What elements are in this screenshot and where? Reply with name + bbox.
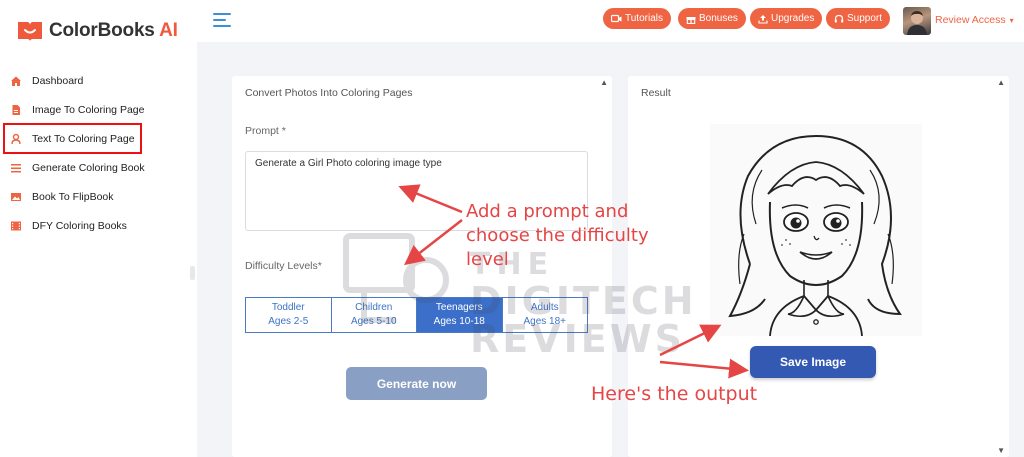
support-label: Support [847,13,883,24]
sidebar-item-dashboard[interactable]: Dashboard [0,66,197,95]
sidebar: ColorBooks AI Dashboard Image To Colorin… [0,0,197,457]
topbar: Tutorials Bonuses Upgrades Support Revie… [197,0,1024,42]
difficulty-selector: Toddler Ages 2-5 Children Ages 5-10 Teen… [245,297,588,333]
support-button[interactable]: Support [826,8,891,29]
user-menu[interactable]: Review Access ▾ [935,14,1014,26]
upload-icon [758,14,768,24]
video-icon [611,14,622,22]
level-teenagers[interactable]: Teenagers Ages 10-18 [417,298,503,332]
prompt-value: Generate a Girl Photo coloring image typ… [255,158,442,169]
result-title: Result [641,87,671,99]
brand-name: ColorBooks AI [49,20,178,41]
file-icon [12,104,20,115]
scroll-up-icon[interactable]: ▲ [997,78,1005,87]
book-logo-icon [18,22,42,41]
annotation-output-note: Here's the output [591,383,758,405]
sidebar-item-text-to-coloring[interactable]: Text To Coloring Page [3,123,142,154]
level-ages: Ages 10-18 [433,316,485,327]
tutorials-label: Tutorials [625,13,663,24]
chevron-down-icon: ▾ [1009,16,1014,25]
sidebar-item-image-to-coloring[interactable]: Image To Coloring Page [0,95,197,124]
sidebar-item-label: Text To Coloring Page [32,132,135,145]
generate-button[interactable]: Generate now [346,367,487,400]
avatar[interactable] [903,7,931,35]
sidebar-nav: Dashboard Image To Coloring Page Text To… [0,66,197,240]
annotation-prompt-note: Add a prompt and choose the difficulty l… [466,201,649,270]
headset-icon [834,14,844,22]
sidebar-item-label: DFY Coloring Books [32,219,127,232]
level-ages: Ages 5-10 [350,316,397,327]
menu-toggle-icon[interactable] [213,13,231,27]
level-name: Teenagers [435,302,483,313]
sidebar-item-flipbook[interactable]: Book To FlipBook [0,182,197,211]
level-ages: Ages 2-5 [268,316,309,327]
brand[interactable]: ColorBooks AI [16,19,178,43]
save-image-button[interactable]: Save Image [750,346,876,378]
level-children[interactable]: Children Ages 5-10 [332,298,417,332]
sidebar-item-label: Image To Coloring Page [32,103,145,116]
image-icon [11,192,21,201]
result-coloring-image [710,124,922,336]
film-icon [11,221,21,230]
scroll-down-icon[interactable]: ▼ [997,446,1005,455]
level-name: Adults [530,302,559,313]
user-icon [11,133,21,144]
prompt-label: Prompt * [245,125,286,137]
home-icon [11,76,21,86]
level-adults[interactable]: Adults Ages 18+ [503,298,588,332]
gift-icon [686,16,696,24]
bonuses-label: Bonuses [699,13,738,24]
upgrades-button[interactable]: Upgrades [750,8,823,29]
bonuses-button[interactable]: Bonuses [678,8,746,29]
user-menu-label: Review Access [935,14,1006,26]
level-toddler[interactable]: Toddler Ages 2-5 [246,298,332,332]
level-ages: Ages 18+ [523,316,567,327]
sidebar-item-dfy-books[interactable]: DFY Coloring Books [0,211,197,240]
level-name: Children [355,302,393,313]
tutorials-button[interactable]: Tutorials [603,8,671,29]
sidebar-item-label: Dashboard [32,74,84,87]
list-icon [11,163,21,172]
sidebar-item-label: Generate Coloring Book [32,161,145,174]
upgrades-label: Upgrades [771,13,815,24]
sidebar-item-label: Book To FlipBook [32,190,114,203]
scroll-up-icon[interactable]: ▲ [600,78,608,87]
card-title: Convert Photos Into Coloring Pages [245,87,413,99]
difficulty-label: Difficulty Levels* [245,260,322,272]
sidebar-item-generate-book[interactable]: Generate Coloring Book [0,153,197,182]
sidebar-scrollbar[interactable] [190,266,195,280]
level-name: Toddler [271,302,305,313]
